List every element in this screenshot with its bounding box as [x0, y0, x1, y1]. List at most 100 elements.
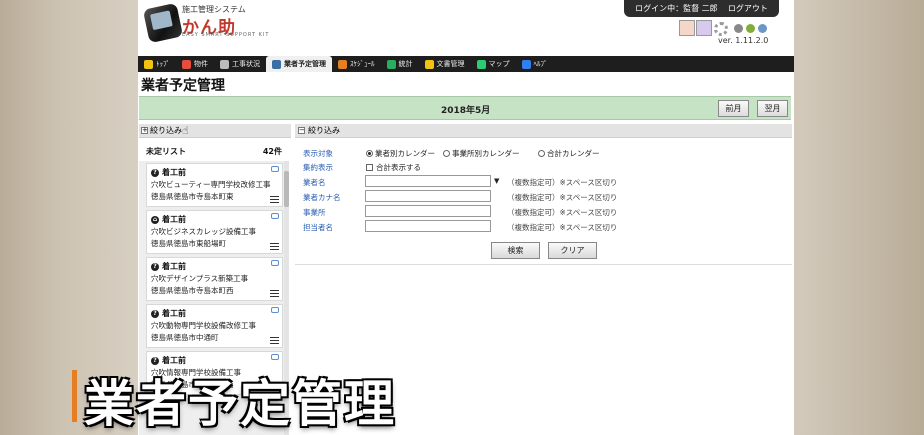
status-row: ? 着工前 — [151, 167, 186, 178]
total-checkbox[interactable]: 合計表示する — [366, 162, 421, 173]
status-dot-icon[interactable] — [734, 24, 743, 33]
nav-item-7[interactable]: マップ — [471, 56, 516, 72]
nav-item-6[interactable]: 文書管理 — [419, 56, 471, 72]
search-button[interactable]: 検索 — [491, 242, 540, 259]
nav-item-label: ﾄｯﾌﾟ — [156, 60, 170, 68]
list-menu-icon[interactable] — [270, 290, 279, 297]
property-icon — [182, 59, 191, 69]
status-row: ? 着工前 — [151, 308, 186, 319]
flag-icon — [338, 59, 347, 69]
aggregate-label: 集約表示 — [303, 163, 333, 172]
home-icon — [144, 59, 153, 69]
status-label: 着工前 — [162, 168, 186, 177]
vendor-kana-input[interactable] — [365, 190, 491, 202]
project-title: 穴吹動物専門学校設備改修工事 — [151, 321, 256, 330]
radio-total-label: 合計カレンダー — [547, 149, 600, 158]
prev-month-button[interactable]: 前月 — [718, 100, 749, 117]
expand-icon: + — [141, 126, 148, 134]
collapse-icon: − — [298, 126, 305, 134]
construction-icon — [220, 59, 229, 69]
radio-vendor-label: 業者別カレンダー — [375, 149, 435, 158]
list-item[interactable]: ⌂ 着工前 穴吹ビジネスカレッジ設備工事 徳島県徳島市東船場町 — [146, 210, 283, 254]
list-item[interactable]: ? 着工前 穴吹ビューティー専門学校改修工事 徳島県徳島市寺島本町東 — [146, 163, 283, 207]
status-dot-blue-icon[interactable] — [758, 24, 767, 33]
hand-cursor-icon: ☝ — [182, 124, 189, 137]
left-filter-toggle[interactable]: + 絞り込み ☝ — [139, 124, 291, 138]
nav-item-8[interactable]: ﾍﾙﾌﾟ — [516, 56, 554, 72]
project-address: 徳島県徳島市中通町 — [151, 333, 219, 342]
month-bar: 2018年5月 前月 翌月 — [139, 96, 791, 120]
radio-office-calendar[interactable]: 事業所別カレンダー — [443, 148, 520, 159]
nav-item-0[interactable]: ﾄｯﾌﾟ — [138, 56, 176, 72]
comment-icon[interactable] — [271, 354, 279, 360]
radio-vendor-calendar[interactable]: 業者別カレンダー — [366, 148, 435, 159]
vendor-kana-label: 業者カナ名 — [303, 193, 341, 202]
nav-item-5[interactable]: 統計 — [381, 56, 419, 72]
vendor-kana-hint: （複数指定可）※スペース区切り — [507, 193, 618, 202]
comment-icon[interactable] — [271, 307, 279, 313]
project-title: 穴吹デザインプラス新築工事 — [151, 274, 249, 283]
next-month-button[interactable]: 翌月 — [757, 100, 788, 117]
status-row: ⌂ 着工前 — [151, 214, 186, 225]
login-status: ログイン中：監督 二郎 — [635, 4, 718, 13]
gear-icon[interactable] — [714, 22, 728, 36]
total-checkbox-label: 合計表示する — [376, 163, 421, 172]
person-hint: （複数指定可）※スペース区切り — [507, 223, 618, 232]
radio-office-label: 事業所別カレンダー — [452, 149, 520, 158]
nav-item-label: 工事状況 — [232, 60, 260, 68]
list-title: 未定リスト — [146, 147, 186, 156]
clear-button[interactable]: クリア — [548, 242, 597, 259]
month-label: 2018年5月 — [441, 106, 491, 116]
office-label: 事業所 — [303, 208, 326, 217]
logout-link[interactable]: ログアウト — [728, 3, 768, 14]
comment-icon[interactable] — [271, 166, 279, 172]
comment-icon[interactable] — [271, 213, 279, 219]
comment-icon[interactable] — [271, 260, 279, 266]
nav-item-label: 物件 — [194, 60, 208, 68]
project-address: 徳島県徳島市寺島本町西 — [151, 286, 234, 295]
list-item[interactable]: ? 着工前穴吹デザインプラス新築工事 徳島県徳島市寺島本町西 — [146, 257, 283, 301]
list-menu-icon[interactable] — [270, 196, 279, 203]
logo-device-icon — [142, 2, 184, 44]
nav-item-label: 業者予定管理 — [284, 60, 326, 68]
scrollbar-thumb[interactable] — [284, 171, 289, 207]
list-item[interactable]: ? 着工前穴吹動物専門学校設備改修工事 徳島県徳島市中通町 — [146, 304, 283, 348]
nav-item-1[interactable]: 物件 — [176, 56, 214, 72]
nav-item-4[interactable]: ｽｹｼﾞｭｰﾙ — [332, 56, 381, 72]
nav-item-3[interactable]: 業者予定管理 — [266, 56, 332, 72]
logo-tagline: EASY SMART SUPPORT KIT — [182, 32, 270, 38]
filter-toggle[interactable]: − 絞り込み — [295, 124, 792, 138]
house-icon: ⌂ — [151, 215, 159, 224]
project-title: 穴吹ビューティー専門学校改修工事 — [151, 180, 271, 189]
filter-label: 絞り込み — [308, 126, 340, 135]
question-icon: ? — [151, 168, 159, 177]
map-icon — [476, 59, 486, 69]
office-input[interactable] — [365, 205, 491, 217]
list-menu-icon[interactable] — [270, 337, 279, 344]
radio-icon-2 — [538, 150, 545, 157]
status-row: ? 着工前 — [151, 261, 186, 272]
vendor-name-hint: （複数指定可）※スペース区切り — [507, 178, 618, 187]
radio-icon — [443, 150, 450, 157]
dropdown-arrow-icon[interactable]: ▼ — [494, 177, 499, 185]
main-nav: ﾄｯﾌﾟ 物件 工事状況 業者予定管理 ｽｹｼﾞｭｰﾙ 統計 文書管理 マップ ﾍﾙﾌﾟ — [138, 56, 794, 72]
calendar-icon — [272, 59, 281, 69]
avatar-icon[interactable] — [679, 20, 695, 36]
display-target-label: 表示対象 — [303, 149, 333, 158]
nav-item-label: ｽｹｼﾞｭｰﾙ — [350, 60, 375, 68]
list-count: 42件 — [262, 147, 282, 156]
left-filter-label: 絞り込み — [150, 126, 182, 135]
avatar-icon-2[interactable] — [696, 20, 712, 36]
page-title: 業者予定管理 — [141, 78, 225, 94]
radio-selected-icon — [366, 150, 373, 157]
status-label: 着工前 — [162, 262, 186, 271]
person-input[interactable] — [365, 220, 491, 232]
list-menu-icon[interactable] — [270, 243, 279, 250]
radio-total-calendar[interactable]: 合計カレンダー — [538, 148, 600, 159]
status-dot-green-icon[interactable] — [746, 24, 755, 33]
vendor-name-input[interactable] — [365, 175, 491, 187]
app-header: 施工管理システム かん助 EASY SMART SUPPORT KIT ログイン… — [138, 0, 794, 56]
nav-item-label: 統計 — [398, 60, 413, 68]
unscheduled-list-header: 未定リスト 42件 — [146, 146, 282, 158]
nav-item-2[interactable]: 工事状況 — [214, 56, 266, 72]
